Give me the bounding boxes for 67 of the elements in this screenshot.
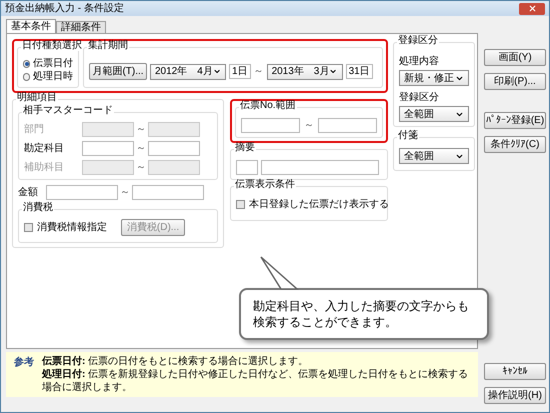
checkbox-label: 本日登録した伝票だけ表示する <box>249 198 389 212</box>
input-field[interactable] <box>318 118 377 133</box>
radio-label: 伝票日付 <box>33 57 73 70</box>
field-label: 処理内容 <box>399 54 440 69</box>
range-separator: ～ <box>120 186 130 200</box>
dialog-button[interactable]: 月範囲(T)... <box>89 63 147 80</box>
group-title: 登録区分 <box>397 36 439 46</box>
group-title: 集計期間 <box>87 41 129 51</box>
input-field[interactable] <box>82 141 134 156</box>
checkbox-label: 消費税情報指定 <box>37 220 107 235</box>
close-button[interactable] <box>519 2 545 14</box>
input-field[interactable] <box>132 185 204 200</box>
input-field[interactable] <box>148 122 200 137</box>
group-title: 伝票表示条件 <box>234 180 296 190</box>
radio-button[interactable] <box>23 72 30 80</box>
dialog-button[interactable]: 画面(Y) <box>484 49 546 66</box>
caret-icon <box>329 67 338 76</box>
dropdown[interactable]: 全範囲 <box>399 106 469 122</box>
input-field[interactable] <box>148 141 200 156</box>
dialog-button[interactable]: 操作説明(H) <box>484 387 546 404</box>
dialog-button[interactable]: ｷｬﾝｾﾙ <box>484 363 546 380</box>
day-field[interactable]: 1日 <box>229 64 251 79</box>
note-label: 参考 <box>14 356 34 370</box>
group-title: 明細項目 <box>16 93 58 103</box>
input-field[interactable] <box>148 160 200 175</box>
field-label: 勘定科目 <box>24 142 65 156</box>
dropdown[interactable]: 2013年 3月 <box>266 64 343 80</box>
group-title: 付箋 <box>397 131 419 141</box>
group-title: 伝票No.範囲 <box>239 101 297 111</box>
day-field[interactable]: 31日 <box>346 64 373 79</box>
note-text: 処理日付: 伝票を新規登録した日付や修正した日付など、伝票を処理した日付をもとに検索する場合に選択します。 <box>42 368 470 394</box>
group-title: 摘要 <box>234 143 256 153</box>
caret-icon <box>212 67 221 76</box>
input-field[interactable] <box>82 122 134 137</box>
dropdown[interactable]: 2012年 4月 <box>150 64 226 80</box>
tab[interactable]: 基本条件 <box>6 19 56 33</box>
field-label: 部門 <box>24 122 45 137</box>
dialog-button[interactable]: ﾊﾟﾀｰﾝ登録(E) <box>484 112 546 129</box>
input-field[interactable] <box>82 160 134 175</box>
range-separator: ～ <box>136 142 146 156</box>
range-separator: ～ <box>136 161 146 175</box>
field-label: 補助科目 <box>24 160 65 175</box>
checkbox[interactable] <box>236 200 245 209</box>
close-icon <box>528 4 536 13</box>
dialog-button[interactable]: 印刷(P)... <box>484 73 546 90</box>
group-title: 日付種類選択 <box>21 41 83 51</box>
group-title: 相手マスターコード <box>22 106 114 116</box>
tab[interactable]: 詳細条件 <box>56 21 106 33</box>
range-separator: ～ <box>304 119 314 133</box>
range-separator: ～ <box>136 123 146 137</box>
input-field[interactable] <box>241 118 300 133</box>
field-label: 登録区分 <box>399 91 440 105</box>
radio-button[interactable] <box>23 60 30 68</box>
input-field[interactable] <box>236 160 258 175</box>
radio-label: 処理日時 <box>33 70 73 83</box>
input-field[interactable] <box>261 160 379 175</box>
group-title: 消費税 <box>22 203 54 213</box>
dropdown[interactable]: 全範囲 <box>399 148 469 164</box>
dialog-button[interactable]: 条件ｸﾘｱ(C) <box>484 136 546 153</box>
note-text: 伝票日付: 伝票の日付をもとに検索する場合に選択します。 <box>42 355 310 368</box>
range-separator: ～ <box>254 65 264 79</box>
dropdown[interactable]: 新規・修正 <box>399 70 469 86</box>
field-label: 金額 <box>18 186 39 200</box>
input-field[interactable] <box>46 185 118 200</box>
checkbox[interactable] <box>24 223 33 232</box>
callout-text: 勘定科目や、入力した摘要の文字からも検索することができます。 <box>253 298 470 330</box>
window-title: 預金出納帳入力 - 条件設定 <box>5 4 124 14</box>
